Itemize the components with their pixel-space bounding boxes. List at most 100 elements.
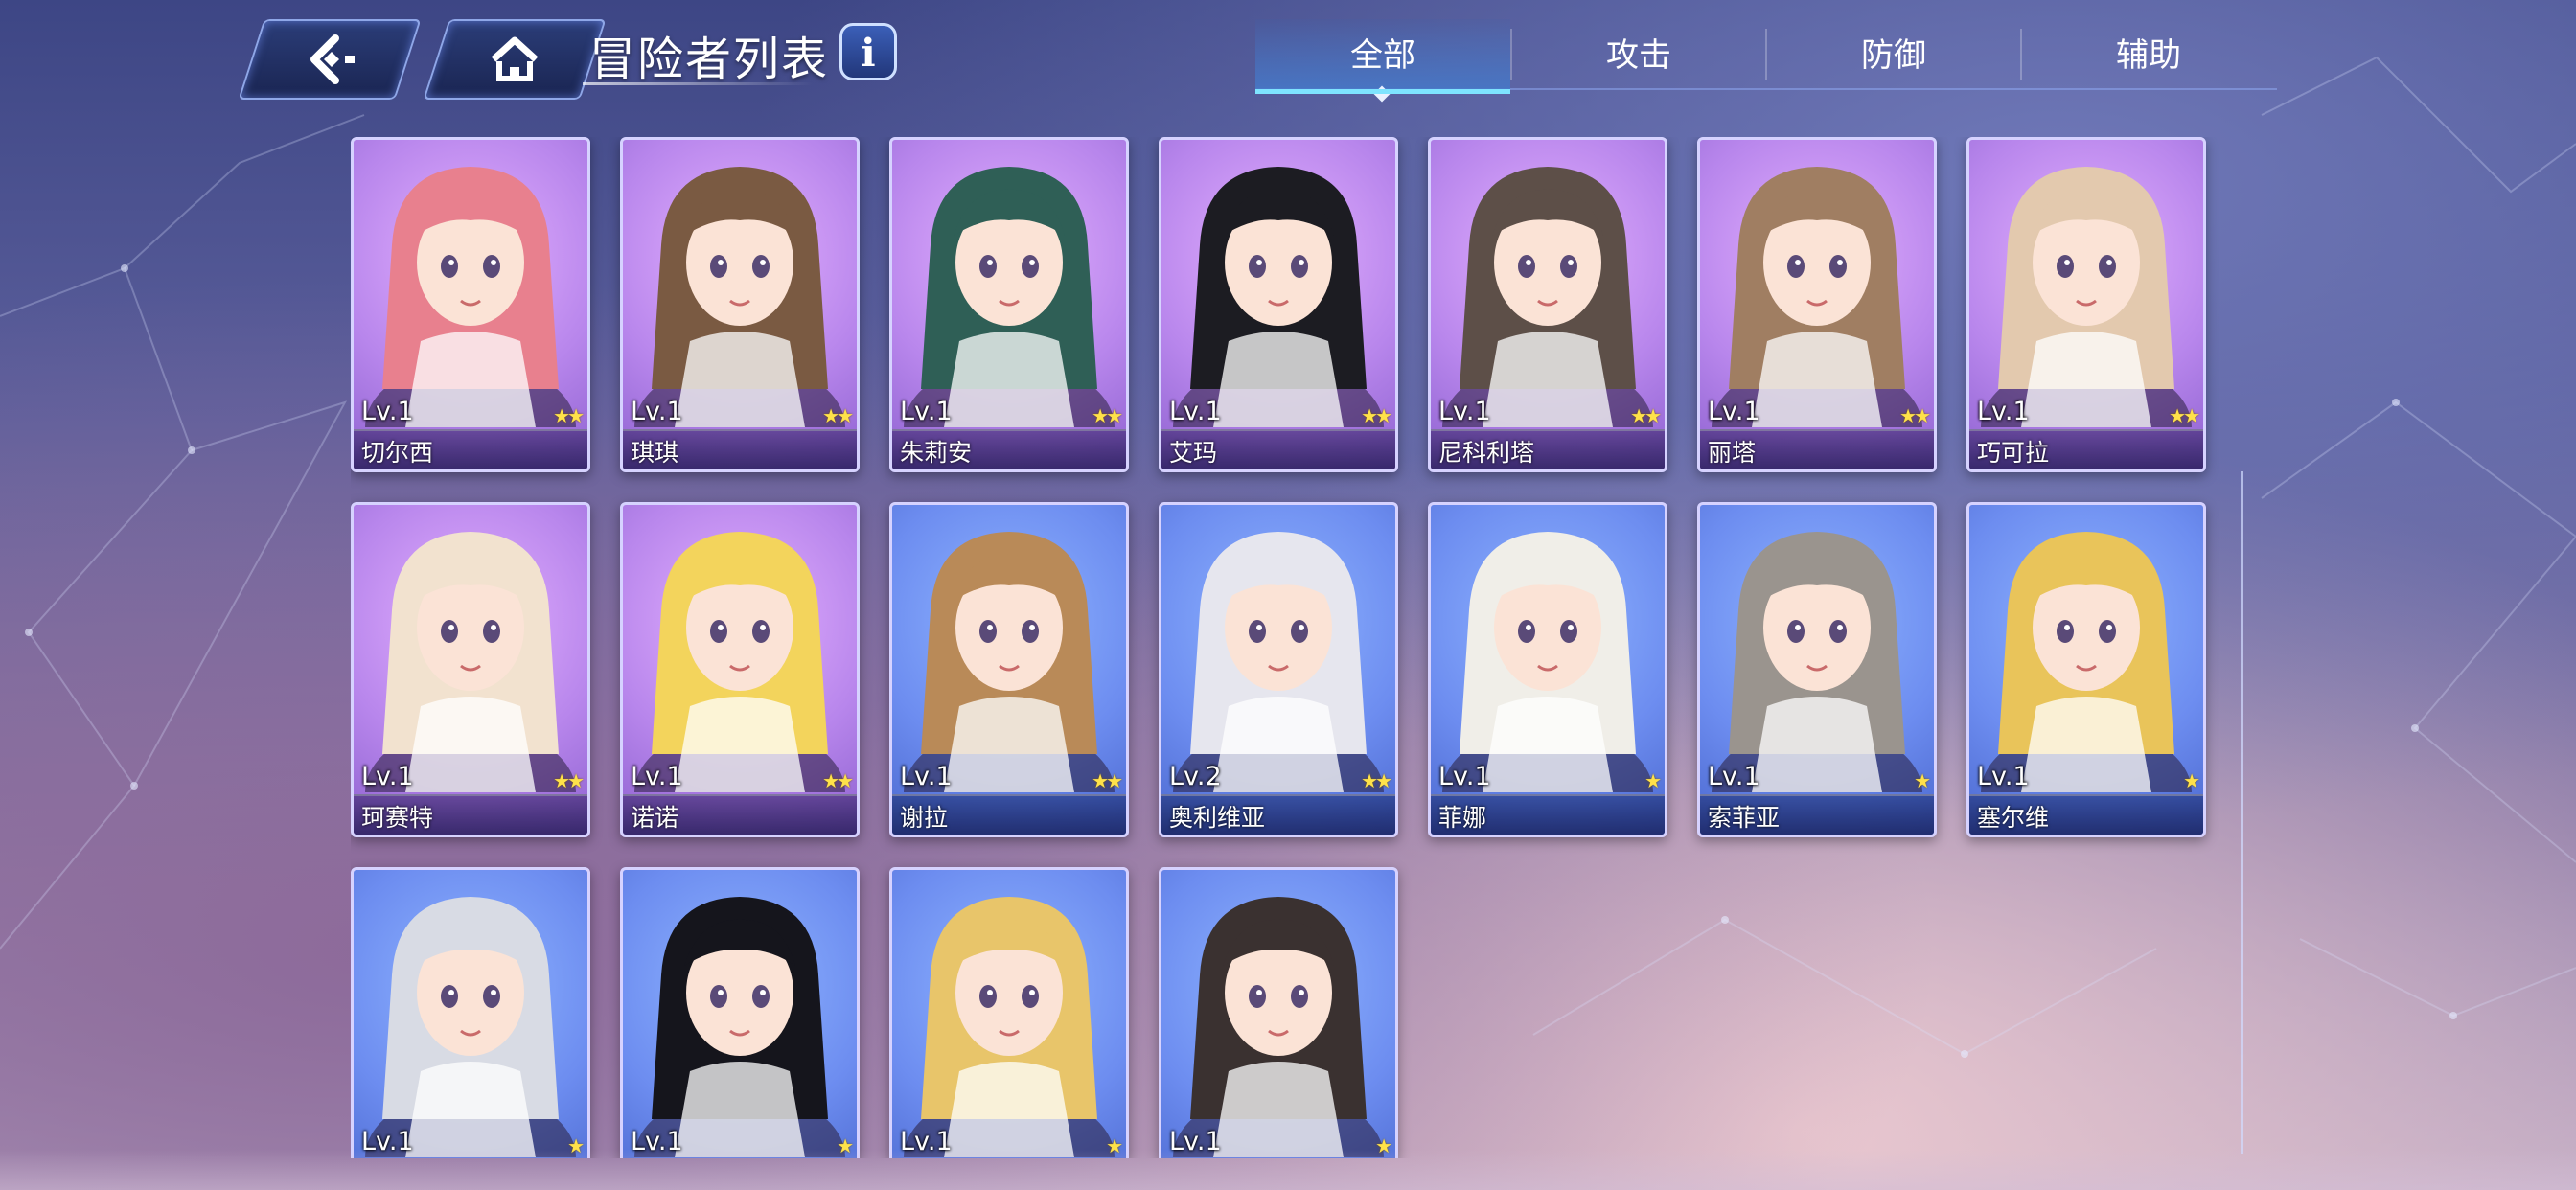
tab-label: 辅助 xyxy=(2116,36,2181,75)
name-bar: 艾玛 xyxy=(1162,429,1395,469)
level-label: Lv.1 xyxy=(361,397,414,426)
character-portrait xyxy=(1981,167,2192,427)
rarity-stars: ★★ xyxy=(822,769,854,792)
adventurer-card[interactable]: Lv.1 ★★ 丽塔 xyxy=(1697,137,1937,472)
adventurer-name: 谢拉 xyxy=(900,804,949,832)
name-bar: 菲娜 xyxy=(1431,794,1665,835)
adventurer-name: 珂赛特 xyxy=(361,804,434,832)
adventurer-card[interactable]: Lv.1 ★ 索菲亚 xyxy=(1697,502,1937,837)
adventurer-name: 塞尔维 xyxy=(1977,804,2050,832)
name-bar: 珂赛特 xyxy=(354,794,587,835)
tab-label: 防御 xyxy=(1861,36,1926,75)
adventurer-name: 朱莉安 xyxy=(900,439,973,467)
name-bar: 奥利维亚 xyxy=(1162,794,1395,835)
rarity-stars: ★★ xyxy=(1092,769,1123,792)
adventurer-card[interactable]: Lv.1 ★★ 尼科利塔 xyxy=(1428,137,1668,472)
character-portrait xyxy=(365,897,576,1157)
level-label: Lv.1 xyxy=(900,397,953,426)
name-bar: 丽塔 xyxy=(1700,429,1934,469)
adventurer-card[interactable]: Lv.1 ★ xyxy=(889,867,1129,1158)
adventurer-name: 菲娜 xyxy=(1438,804,1487,832)
level-label: Lv.1 xyxy=(1977,762,2030,791)
tab-selected-marker xyxy=(1373,85,1391,103)
name-bar: 巧可拉 xyxy=(1969,429,2203,469)
adventurer-card[interactable]: Lv.1 ★ xyxy=(1159,867,1398,1158)
adventurer-card[interactable]: Lv.1 ★★ 诺诺 xyxy=(620,502,860,837)
character-portrait xyxy=(1712,167,1922,427)
character-portrait xyxy=(904,532,1115,792)
character-portrait xyxy=(1712,532,1922,792)
tab-all[interactable]: 全部 xyxy=(1255,19,1510,103)
adventurer-card[interactable]: Lv.1 ★★ 琪琪 xyxy=(620,137,860,472)
adventurer-card[interactable]: Lv.1 ★ xyxy=(620,867,860,1158)
level-label: Lv.1 xyxy=(1438,397,1491,426)
title-underline xyxy=(583,82,813,85)
adventurer-card[interactable]: Lv.1 ★★ 朱莉安 xyxy=(889,137,1129,472)
name-bar: 切尔西 xyxy=(354,429,587,469)
adventurer-name: 诺诺 xyxy=(631,804,679,832)
back-button[interactable] xyxy=(238,19,422,100)
level-label: Lv.1 xyxy=(1977,397,2030,426)
rarity-stars: ★★ xyxy=(1630,404,1662,427)
rarity-stars: ★★ xyxy=(1092,404,1123,427)
adventurer-name: 索菲亚 xyxy=(1708,804,1781,832)
adventurer-card[interactable]: Lv.1 ★ xyxy=(351,867,590,1158)
rarity-stars: ★★ xyxy=(2169,404,2200,427)
rarity-stars: ★★ xyxy=(822,404,854,427)
tab-label: 攻击 xyxy=(1606,36,1671,75)
tab-defense[interactable]: 防御 xyxy=(1766,19,2021,92)
home-button[interactable] xyxy=(423,19,607,100)
adventurer-card[interactable]: Lv.1 ★★ 谢拉 xyxy=(889,502,1129,837)
character-portrait xyxy=(1173,167,1384,427)
character-portrait xyxy=(365,532,576,792)
level-label: Lv.2 xyxy=(1169,762,1222,791)
rarity-stars: ★★ xyxy=(553,769,585,792)
character-portrait xyxy=(365,167,576,427)
bottom-fade xyxy=(0,1150,2576,1190)
adventurer-card[interactable]: Lv.1 ★★ 艾玛 xyxy=(1159,137,1398,472)
character-portrait xyxy=(904,897,1115,1157)
adventurer-name: 丽塔 xyxy=(1708,439,1757,467)
filter-tabs: 全部 攻击 防御 辅助 xyxy=(1255,19,2277,103)
adventurer-name: 奥利维亚 xyxy=(1169,804,1266,832)
character-portrait xyxy=(904,167,1115,427)
name-bar: 琪琪 xyxy=(623,429,857,469)
adventurer-name: 艾玛 xyxy=(1169,439,1218,467)
adventurer-card[interactable]: Lv.1 ★ 菲娜 xyxy=(1428,502,1668,837)
rarity-stars: ★ xyxy=(1644,769,1662,792)
adventurer-grid: Lv.1 ★★ 切尔西 Lv.1 ★★ 琪琪 Lv.1 ★★ 朱莉安 Lv.1 ★★ 艾玛 Lv.1 ★★… xyxy=(351,137,2227,1158)
level-label: Lv.1 xyxy=(1708,762,1760,791)
tab-support[interactable]: 辅助 xyxy=(2021,19,2276,92)
adventurer-card[interactable]: Lv.1 ★ 塞尔维 xyxy=(1966,502,2206,837)
rarity-stars: ★★ xyxy=(1899,404,1931,427)
name-bar: 尼科利塔 xyxy=(1431,429,1665,469)
back-arrow-icon xyxy=(310,34,355,84)
adventurer-card[interactable]: Lv.1 ★★ 切尔西 xyxy=(351,137,590,472)
character-portrait xyxy=(1442,167,1653,427)
character-portrait xyxy=(1981,532,2192,792)
character-portrait xyxy=(1442,532,1653,792)
character-portrait xyxy=(1173,532,1384,792)
character-portrait xyxy=(634,532,845,792)
adventurer-name: 尼科利塔 xyxy=(1438,439,1535,467)
adventurer-card[interactable]: Lv.1 ★★ 巧可拉 xyxy=(1966,137,2206,472)
tab-attack[interactable]: 攻击 xyxy=(1511,19,1766,92)
info-button[interactable]: i xyxy=(840,23,897,80)
adventurer-card[interactable]: Lv.2 ★★ 奥利维亚 xyxy=(1159,502,1398,837)
adventurer-name: 巧可拉 xyxy=(1977,439,2050,467)
level-label: Lv.1 xyxy=(631,397,683,426)
adventurer-card[interactable]: Lv.1 ★★ 珂赛特 xyxy=(351,502,590,837)
level-label: Lv.1 xyxy=(631,762,683,791)
scrollbar[interactable] xyxy=(2241,471,2243,1154)
rarity-stars: ★★ xyxy=(1361,404,1392,427)
level-label: Lv.1 xyxy=(900,762,953,791)
level-label: Lv.1 xyxy=(1169,397,1222,426)
character-portrait xyxy=(634,897,845,1157)
name-bar: 塞尔维 xyxy=(1969,794,2203,835)
level-label: Lv.1 xyxy=(361,762,414,791)
adventurer-name: 琪琪 xyxy=(631,439,679,467)
name-bar: 索菲亚 xyxy=(1700,794,1934,835)
rarity-stars: ★ xyxy=(1914,769,1931,792)
rarity-stars: ★★ xyxy=(553,404,585,427)
character-portrait xyxy=(634,167,845,427)
